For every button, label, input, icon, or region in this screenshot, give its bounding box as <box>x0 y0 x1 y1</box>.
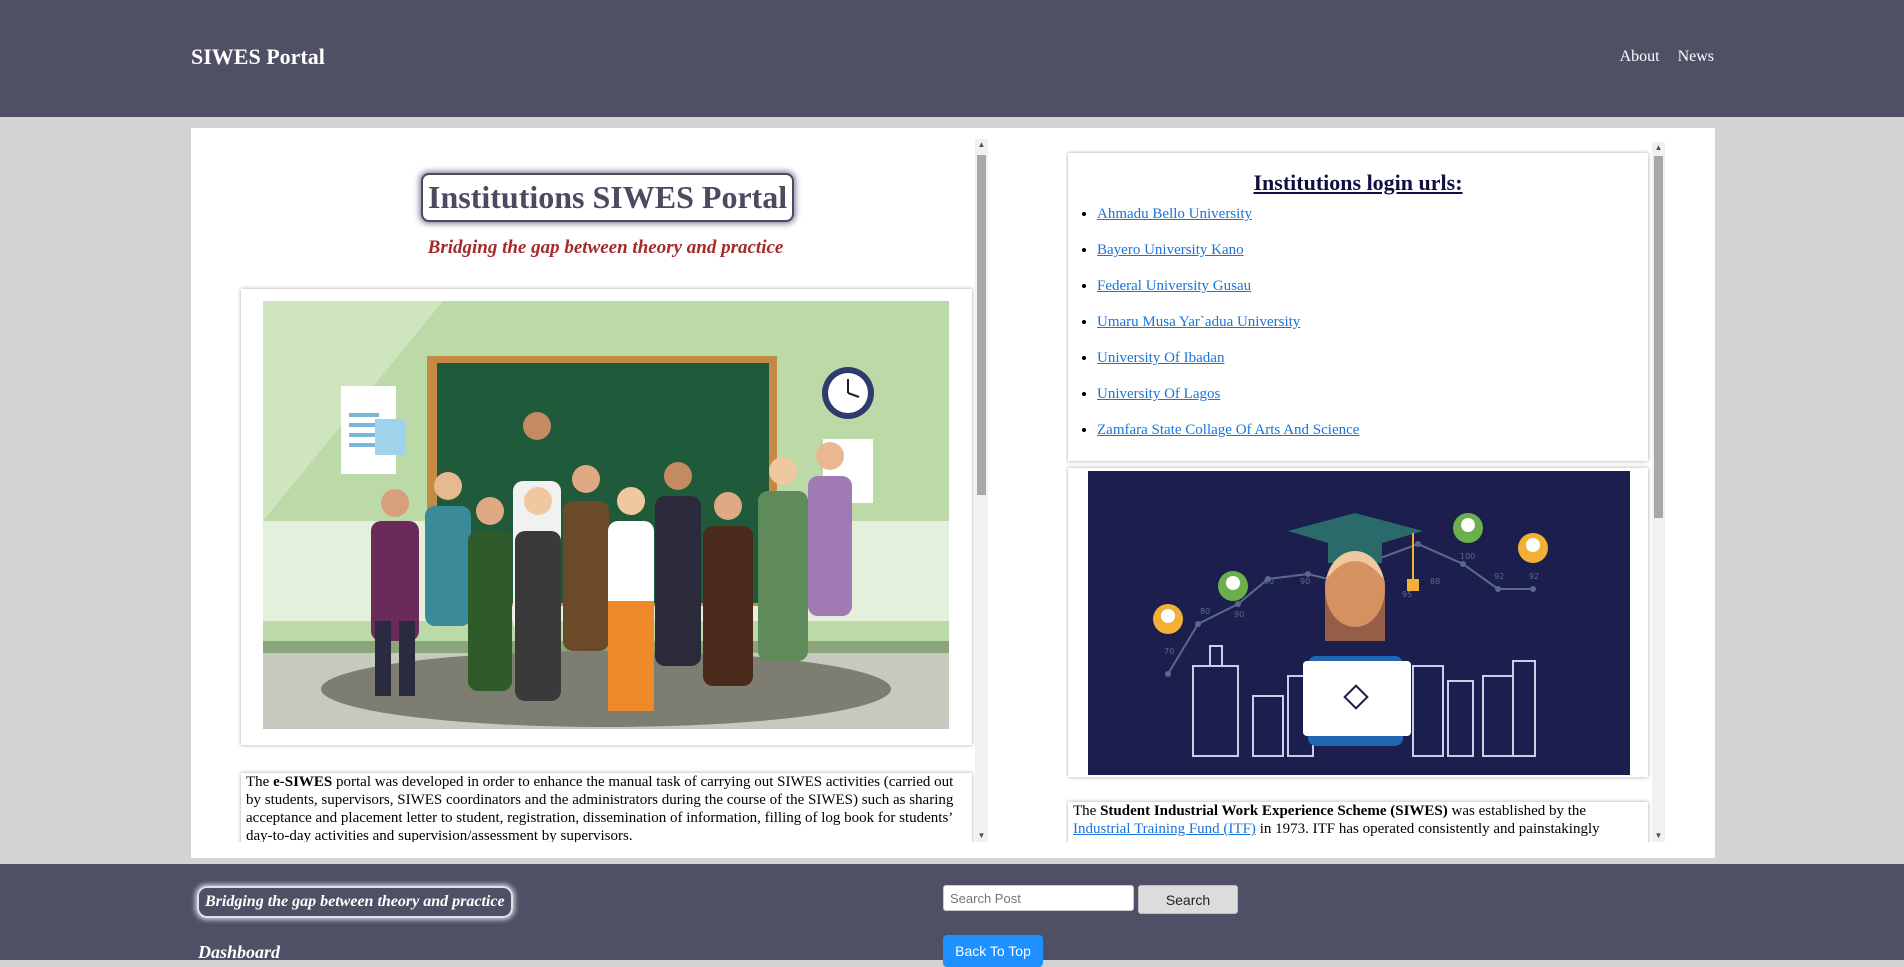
right-pane-scrollbar[interactable]: ▲ ▼ <box>1652 142 1665 842</box>
page-title: Institutions SIWES Portal <box>421 173 795 222</box>
institution-link[interactable]: University Of Lagos <box>1097 386 1220 402</box>
institution-link[interactable]: Ahmadu Bello University <box>1097 206 1252 222</box>
classroom-illustration <box>263 301 949 729</box>
scroll-up-arrow-icon[interactable]: ▲ <box>1652 142 1665 154</box>
search-button[interactable]: Search <box>1138 885 1238 914</box>
graduate-image-card: 70 80 90 90 90 100 88 95 92 92 90 <box>1068 468 1648 777</box>
institution-link[interactable]: Bayero University Kano <box>1097 242 1244 258</box>
itf-link[interactable]: Industrial Training Fund (ITF) <box>1073 821 1256 837</box>
nav-links: About News <box>1620 48 1714 66</box>
nav-about-link[interactable]: About <box>1620 48 1660 66</box>
institution-link[interactable]: Umaru Musa Yar`adua University <box>1097 314 1300 330</box>
about-bold: Student Industrial Work Experience Schem… <box>1100 803 1448 819</box>
about-suffix: in 1973. ITF has operated consistently a… <box>1255 821 1600 837</box>
institution-link[interactable]: University Of Ibadan <box>1097 350 1224 366</box>
page-title-wrap: Institutions SIWES Portal <box>421 173 795 222</box>
intro-paragraph-card: The e-SIWES portal was developed in orde… <box>241 773 972 842</box>
footer-tagline: Bridging the gap between theory and prac… <box>197 886 513 918</box>
brand-title[interactable]: SIWES Portal <box>191 44 325 70</box>
institutions-title: Institutions login urls: <box>1253 170 1463 195</box>
classroom-illustration-svg <box>263 301 949 729</box>
list-item: Federal University Gusau <box>1097 276 1648 312</box>
left-scroll-thumb[interactable] <box>977 155 986 495</box>
graduate-illustration-svg: 70 80 90 90 90 100 88 95 92 92 90 <box>1088 471 1630 775</box>
institution-link[interactable]: Federal University Gusau <box>1097 278 1251 294</box>
left-pane-scrollbar[interactable]: ▲ ▼ <box>975 139 988 842</box>
institutions-list: Ahmadu Bello University Bayero Universit… <box>1068 204 1648 456</box>
graphic-number: 70 <box>1164 647 1174 656</box>
right-scroll-thumb[interactable] <box>1654 156 1663 518</box>
right-scroll-pane[interactable]: Institutions login urls: Ahmadu Bello Un… <box>1066 150 1651 842</box>
back-to-top-button[interactable]: Back To Top <box>943 935 1043 967</box>
intro-bold: e-SIWES <box>273 774 333 790</box>
nav-news-link[interactable]: News <box>1678 48 1714 66</box>
list-item: University Of Ibadan <box>1097 348 1648 384</box>
graphic-number: 88 <box>1430 577 1440 586</box>
list-item: University Of Lagos <box>1097 384 1648 420</box>
graphic-number: 90 <box>1264 577 1274 586</box>
graphic-number: 95 <box>1402 590 1412 599</box>
intro-text: portal was developed in order to enhance… <box>246 774 954 842</box>
scroll-down-arrow-icon[interactable]: ▼ <box>975 830 988 842</box>
left-scroll-pane[interactable]: Institutions SIWES Portal Bridging the g… <box>191 139 990 842</box>
list-item: Ahmadu Bello University <box>1097 204 1648 240</box>
institution-link[interactable]: Zamfara State Collage Of Arts And Scienc… <box>1097 422 1359 438</box>
graphic-number: 90 <box>1300 577 1310 586</box>
list-item: Umaru Musa Yar`adua University <box>1097 312 1648 348</box>
about-mid: was established by the <box>1447 803 1587 819</box>
scroll-down-arrow-icon[interactable]: ▼ <box>1652 830 1665 842</box>
graphic-number: 100 <box>1460 552 1475 561</box>
classroom-image-card <box>241 289 972 745</box>
graphic-number: 92 <box>1529 572 1539 581</box>
top-navbar: SIWES Portal About News <box>0 0 1904 117</box>
scroll-up-arrow-icon[interactable]: ▲ <box>975 139 988 151</box>
hero-tagline: Bridging the gap between theory and prac… <box>427 237 784 258</box>
graphic-number: 80 <box>1200 607 1210 616</box>
list-item: Bayero University Kano <box>1097 240 1648 276</box>
graduate-illustration: 70 80 90 90 90 100 88 95 92 92 90 <box>1088 471 1630 775</box>
about-prefix: The <box>1073 803 1101 819</box>
footer: Bridging the gap between theory and prac… <box>0 864 1904 967</box>
list-item: Zamfara State Collage Of Arts And Scienc… <box>1097 420 1648 456</box>
about-siwes-card: The Student Industrial Work Experience S… <box>1068 802 1648 842</box>
intro-prefix: The <box>246 774 274 790</box>
graphic-number: 92 <box>1494 572 1504 581</box>
institutions-card: Institutions login urls: Ahmadu Bello Un… <box>1068 153 1648 461</box>
graphic-number: 90 <box>1234 610 1244 619</box>
search-input[interactable] <box>943 885 1134 911</box>
